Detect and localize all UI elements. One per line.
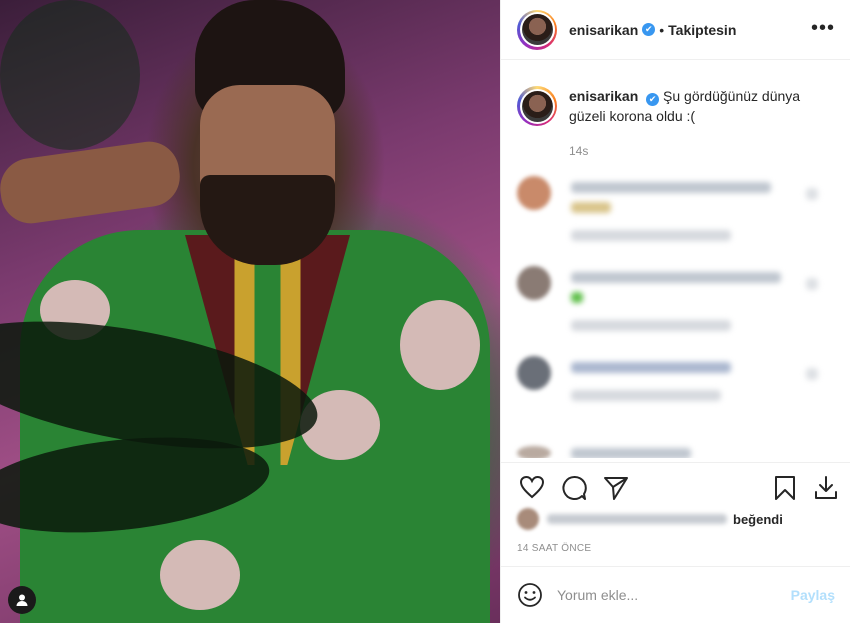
liker-avatar[interactable] bbox=[517, 508, 539, 530]
add-comment-bar: Yorum ekle... Paylaş bbox=[501, 566, 850, 623]
heart-icon[interactable] bbox=[519, 475, 545, 499]
list-item bbox=[501, 266, 850, 356]
blurred-text bbox=[571, 292, 583, 303]
comment-input[interactable]: Yorum ekle... bbox=[557, 587, 791, 603]
blurred-text bbox=[571, 230, 731, 241]
blurred-text bbox=[571, 202, 611, 213]
post-photo[interactable] bbox=[0, 0, 500, 623]
list-item bbox=[501, 176, 850, 266]
blurred-text bbox=[571, 362, 731, 373]
caption: enisarikan ✔ Şu gördüğünüz dünya güzeli … bbox=[501, 70, 850, 126]
comment-like-icon[interactable] bbox=[806, 368, 818, 380]
post-header: enisarikan ✔ • Takiptesin ••• bbox=[501, 0, 850, 60]
blurred-text bbox=[571, 390, 721, 401]
avatar[interactable] bbox=[517, 9, 557, 50]
caption-username[interactable]: enisarikan bbox=[569, 88, 638, 104]
header-separator: • bbox=[659, 21, 665, 38]
comment-like-icon[interactable] bbox=[806, 278, 818, 290]
photo-background-palm bbox=[0, 0, 140, 150]
post-side-panel: enisarikan ✔ • Takiptesin ••• enisarikan… bbox=[500, 0, 850, 623]
blurred-text bbox=[547, 514, 727, 524]
download-icon[interactable] bbox=[813, 475, 839, 501]
blurred-text bbox=[571, 272, 781, 283]
follow-status-button[interactable]: Takiptesin bbox=[668, 22, 736, 38]
post-timestamp[interactable]: 14 SAAT ÖNCE bbox=[517, 543, 591, 554]
post-comment-button[interactable]: Paylaş bbox=[791, 587, 835, 603]
post-actions-bar bbox=[501, 462, 850, 512]
comment-avatar[interactable] bbox=[517, 446, 551, 458]
comments-list[interactable]: enisarikan ✔ Şu gördüğünüz dünya güzeli … bbox=[501, 70, 850, 458]
comment-avatar[interactable] bbox=[517, 356, 551, 390]
user-tag-icon[interactable] bbox=[8, 586, 36, 614]
header-username[interactable]: enisarikan bbox=[569, 22, 638, 38]
comment-avatar[interactable] bbox=[517, 266, 551, 300]
photo-flower bbox=[160, 540, 240, 610]
blurred-text bbox=[571, 182, 771, 193]
list-item bbox=[501, 446, 850, 458]
comment-like-icon[interactable] bbox=[806, 188, 818, 200]
paper-plane-icon[interactable] bbox=[603, 475, 629, 501]
blurred-text bbox=[571, 448, 691, 458]
emoji-icon[interactable] bbox=[517, 582, 543, 608]
caption-avatar[interactable] bbox=[517, 86, 557, 126]
comment-avatar[interactable] bbox=[517, 176, 551, 210]
likes-line[interactable]: beğendi bbox=[517, 508, 837, 530]
photo-flower bbox=[400, 300, 480, 390]
blurred-text bbox=[571, 320, 731, 331]
comment-bubble-icon[interactable] bbox=[561, 475, 587, 501]
verified-badge-icon: ✔ bbox=[642, 23, 656, 36]
bookmark-icon[interactable] bbox=[773, 475, 797, 501]
likes-suffix: beğendi bbox=[733, 511, 783, 527]
list-item bbox=[501, 356, 850, 446]
verified-badge-icon: ✔ bbox=[646, 93, 660, 106]
photo-arm bbox=[0, 137, 184, 228]
caption-age: 14s bbox=[569, 144, 589, 158]
more-options-icon[interactable]: ••• bbox=[811, 18, 835, 38]
